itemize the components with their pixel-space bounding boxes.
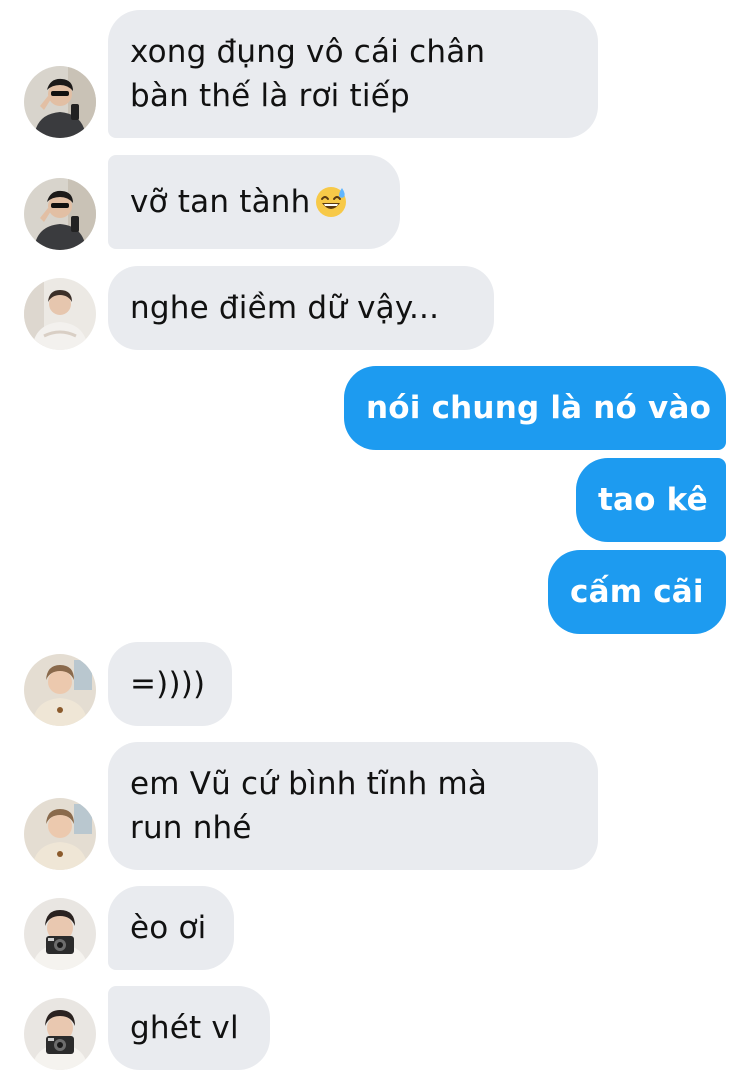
avatar-image: [24, 66, 96, 138]
message-bubble-incoming[interactable]: =)))): [108, 642, 232, 726]
message-text: run nhé: [130, 810, 252, 846]
avatar-sender-d[interactable]: [24, 998, 96, 1070]
message-bubble-incoming[interactable]: em Vũ cứ bình tĩnh mà run nhé: [108, 742, 598, 870]
avatar-sender-a[interactable]: [24, 66, 96, 138]
avatar-sender-c[interactable]: [24, 798, 96, 870]
avatar-image: [24, 898, 96, 970]
message-bubble-incoming[interactable]: ghét vl: [108, 986, 270, 1070]
avatar-image: [24, 654, 96, 726]
avatar-image: [24, 998, 96, 1070]
message-bubble-incoming[interactable]: èo ơi: [108, 886, 234, 970]
message-text: tao kê: [598, 482, 708, 518]
message-text: nghe điềm dữ vậy...: [130, 290, 440, 326]
message-bubble-outgoing[interactable]: nói chung là nó vào: [344, 366, 726, 450]
avatar-image: [24, 798, 96, 870]
message-bubble-outgoing[interactable]: cấm cãi: [548, 550, 726, 634]
avatar-image: [24, 178, 96, 250]
message-text: xong đụng vô cái chân: [130, 34, 486, 70]
message-bubble-incoming[interactable]: nghe điềm dữ vậy...: [108, 266, 494, 350]
avatar-image: [24, 278, 96, 350]
avatar-sender-b[interactable]: [24, 278, 96, 350]
message-text: cấm cãi: [570, 574, 704, 610]
chat-thread: xong đụng vô cái chân bàn thế là rơi tiế…: [0, 0, 750, 1084]
avatar-sender-c[interactable]: [24, 654, 96, 726]
grinning-sweat-emoji-icon: [316, 187, 347, 217]
message-text: em Vũ cứ bình tĩnh mà: [130, 766, 488, 802]
message-text: ghét vl: [130, 1010, 239, 1046]
message-text: nói chung là nó vào: [366, 390, 712, 426]
message-bubble-outgoing[interactable]: tao kê: [576, 458, 726, 542]
message-text: èo ơi: [130, 910, 207, 946]
message-text: =)))): [130, 666, 206, 702]
message-bubble-incoming[interactable]: xong đụng vô cái chân bàn thế là rơi tiế…: [108, 10, 598, 138]
message-bubble-incoming[interactable]: vỡ tan tành: [108, 155, 400, 249]
message-text: bàn thế là rơi tiếp: [130, 78, 410, 114]
avatar-sender-a[interactable]: [24, 178, 96, 250]
avatar-sender-d[interactable]: [24, 898, 96, 970]
message-text: vỡ tan tành: [130, 184, 311, 220]
